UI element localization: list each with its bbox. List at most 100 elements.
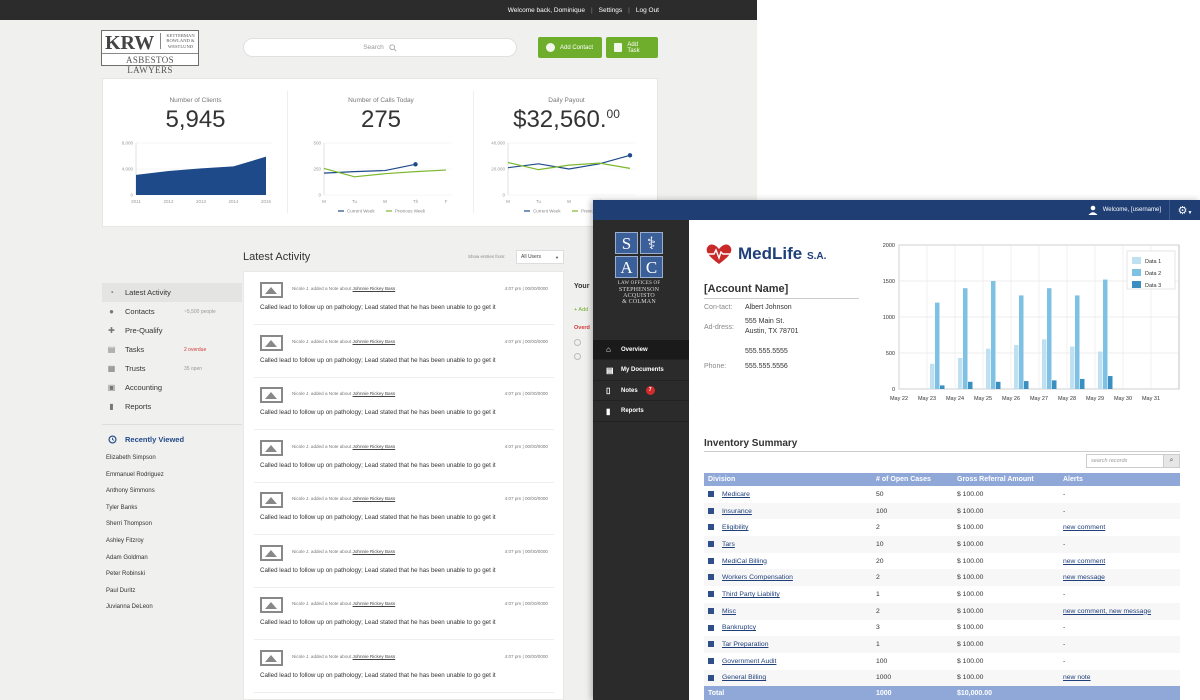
contact-link[interactable]: Johnnie Rickey Bass: [353, 444, 396, 449]
nav-item[interactable]: ▤ My Documents: [593, 361, 689, 381]
contact-link[interactable]: Johnnie Rickey Bass: [353, 339, 396, 344]
contact-link[interactable]: Johnnie Rickey Bass: [353, 286, 396, 291]
expand-icon[interactable]: [708, 657, 714, 664]
open-cases-cell: 2: [876, 524, 880, 532]
gear-icon[interactable]: ⚙▼: [1170, 204, 1200, 217]
alert-link[interactable]: new comment: [1063, 524, 1105, 531]
alert-link[interactable]: new comment, new message: [1063, 608, 1151, 615]
table-row[interactable]: General Billing 1000 $ 100.00 new note: [704, 669, 1180, 687]
activity-item[interactable]: Nicole J. added a Note about Johnnie Ric…: [254, 436, 554, 483]
alert-link[interactable]: new comment: [1063, 558, 1105, 565]
recent-contact-link[interactable]: Peter Robinski: [106, 571, 164, 588]
table-row[interactable]: Third Party Liability 1 $ 100.00 -: [704, 586, 1180, 603]
expand-icon[interactable]: [708, 574, 714, 581]
sidebar-item[interactable]: ▮ Reports: [102, 397, 242, 416]
alert-link[interactable]: new message: [1063, 574, 1105, 581]
add-task-link[interactable]: + Add: [574, 307, 590, 313]
activity-item[interactable]: Nicole J. added a Note about Johnnie Ric…: [254, 541, 554, 588]
expand-icon[interactable]: [708, 541, 714, 548]
activity-item[interactable]: Nicole J. added a Note about Johnnie Ric…: [254, 278, 554, 325]
column-header[interactable]: Gross Referral Amount: [953, 473, 1059, 486]
activity-item[interactable]: Nicole J. added a Note about Johnnie Ric…: [254, 383, 554, 430]
table-row[interactable]: Tars 10 $ 100.00-: [704, 536, 1180, 553]
table-row[interactable]: Bankruptcy 3 $ 100.00 -: [704, 620, 1180, 637]
expand-icon[interactable]: [708, 524, 714, 531]
settings-link[interactable]: Settings: [599, 7, 623, 14]
table-row[interactable]: Workers Compensation 2 $ 100.00 new message: [704, 569, 1180, 587]
expand-icon[interactable]: [708, 641, 714, 648]
add-task-button[interactable]: Add Task: [606, 37, 658, 58]
sac-logo[interactable]: S ⚕ A C LAW OFFICES OF STEPHENSON ACQUIS…: [612, 232, 666, 305]
sidebar-item[interactable]: ▣ Accounting: [102, 378, 242, 397]
search-records-input[interactable]: search records: [1086, 454, 1164, 468]
table-row[interactable]: Medicare 50 $ 100.00 -: [704, 486, 1180, 503]
recent-contact-link[interactable]: Ashley Fitzroy: [106, 538, 164, 555]
expand-icon[interactable]: [708, 674, 714, 681]
nav-item[interactable]: ⌂ Overview: [593, 340, 689, 360]
task-checkbox[interactable]: [574, 353, 581, 360]
division-link[interactable]: Tar Preparation: [722, 641, 768, 648]
recent-contact-link[interactable]: Elizabeth Simpson: [106, 455, 164, 472]
table-row[interactable]: MediCal Billing 20 $ 100.00 new comment: [704, 553, 1180, 570]
recent-contact-link[interactable]: Emmanuel Rodriguez: [106, 472, 164, 489]
division-link[interactable]: Eligibility: [722, 524, 748, 531]
activity-item[interactable]: Nicole J. added a Note about Johnnie Ric…: [254, 331, 554, 378]
alert-link[interactable]: new note: [1063, 674, 1091, 681]
division-link[interactable]: Misc: [722, 608, 736, 615]
search-icon[interactable]: ⌕: [1164, 454, 1180, 468]
table-row[interactable]: Government Audit 100 $ 100.00 -: [704, 653, 1180, 670]
sidebar-item[interactable]: ▤ Tasks 2 overdue: [102, 340, 242, 359]
amount-cell: $ 100.00: [953, 602, 1059, 620]
column-header[interactable]: # of Open Cases: [872, 473, 953, 486]
logout-link[interactable]: Log Out: [636, 7, 659, 14]
division-link[interactable]: MediCal Billing: [722, 558, 767, 565]
division-link[interactable]: Workers Compensation: [722, 574, 793, 581]
sidebar-item[interactable]: ▦ Trusts 35 open: [102, 359, 242, 378]
contact-link[interactable]: Johnnie Rickey Bass: [353, 601, 396, 606]
division-link[interactable]: Tars: [722, 541, 735, 548]
search-input[interactable]: Search: [243, 38, 517, 57]
expand-icon[interactable]: [708, 557, 714, 564]
activity-item[interactable]: Nicole J. added a Note about Johnnie Ric…: [254, 646, 554, 693]
expand-icon[interactable]: [708, 507, 714, 514]
sidebar-item[interactable]: ✚ Pre-Qualify: [102, 321, 242, 340]
contact-link[interactable]: Johnnie Rickey Bass: [353, 654, 396, 659]
recent-contact-link[interactable]: Anthony Simmons: [106, 488, 164, 505]
nav-item[interactable]: ▯ Notes 7: [593, 381, 689, 401]
expand-icon[interactable]: [708, 607, 714, 614]
division-link[interactable]: Medicare: [722, 491, 750, 498]
sidebar-item[interactable]: ◔ Latest Activity: [102, 283, 242, 302]
expand-icon[interactable]: [708, 624, 714, 631]
activity-item[interactable]: Nicole J. added a Note about Johnnie Ric…: [254, 488, 554, 535]
division-link[interactable]: Bankruptcy: [722, 624, 756, 631]
recent-contact-link[interactable]: Adam Goldman: [106, 555, 164, 572]
add-contact-button[interactable]: Add Contact: [538, 37, 602, 58]
task-checkbox[interactable]: [574, 339, 581, 346]
recent-contact-link[interactable]: Sherri Thompson: [106, 521, 164, 538]
krw-logo[interactable]: KRW KETTERMAN ROWLAND & WESTLUND ASBESTO…: [101, 30, 199, 75]
table-row[interactable]: Insurance 100 $ 100.00-: [704, 502, 1180, 520]
recent-contact-link[interactable]: Tyler Banks: [106, 505, 164, 522]
activity-item[interactable]: Nicole J. added a Note about Johnnie Ric…: [254, 593, 554, 640]
contact-link[interactable]: Johnnie Rickey Bass: [353, 549, 396, 554]
recent-contact-link[interactable]: Paul Duritz: [106, 588, 164, 605]
table-row[interactable]: Eligibility 2 $ 100.00 new comment: [704, 519, 1180, 536]
sidebar-item[interactable]: ● Contacts ~5,500 people: [102, 302, 242, 321]
user-menu[interactable]: Welcome, [username]: [1088, 200, 1170, 220]
recent-contact-link[interactable]: Juvianna DeLeon: [106, 604, 164, 621]
total-amount: $10,000.00: [953, 686, 1059, 700]
division-link[interactable]: General Billing: [722, 674, 766, 681]
division-link[interactable]: Third Party Liability: [722, 591, 780, 598]
expand-icon[interactable]: [708, 491, 714, 498]
contact-link[interactable]: Johnnie Rickey Bass: [353, 496, 396, 501]
column-header[interactable]: Division: [704, 473, 872, 486]
column-header[interactable]: Alerts: [1059, 473, 1180, 486]
contact-link[interactable]: Johnnie Rickey Bass: [353, 391, 396, 396]
table-row[interactable]: Misc 2 $ 100.00 new comment, new message: [704, 602, 1180, 620]
division-link[interactable]: Insurance: [722, 508, 752, 515]
expand-icon[interactable]: [708, 591, 714, 598]
nav-item[interactable]: ▮ Reports: [593, 402, 689, 422]
table-row[interactable]: Tar Preparation 1 $ 100.00-: [704, 636, 1180, 653]
user-filter-select[interactable]: All Users ▼: [516, 250, 564, 264]
division-link[interactable]: Government Audit: [722, 658, 776, 665]
